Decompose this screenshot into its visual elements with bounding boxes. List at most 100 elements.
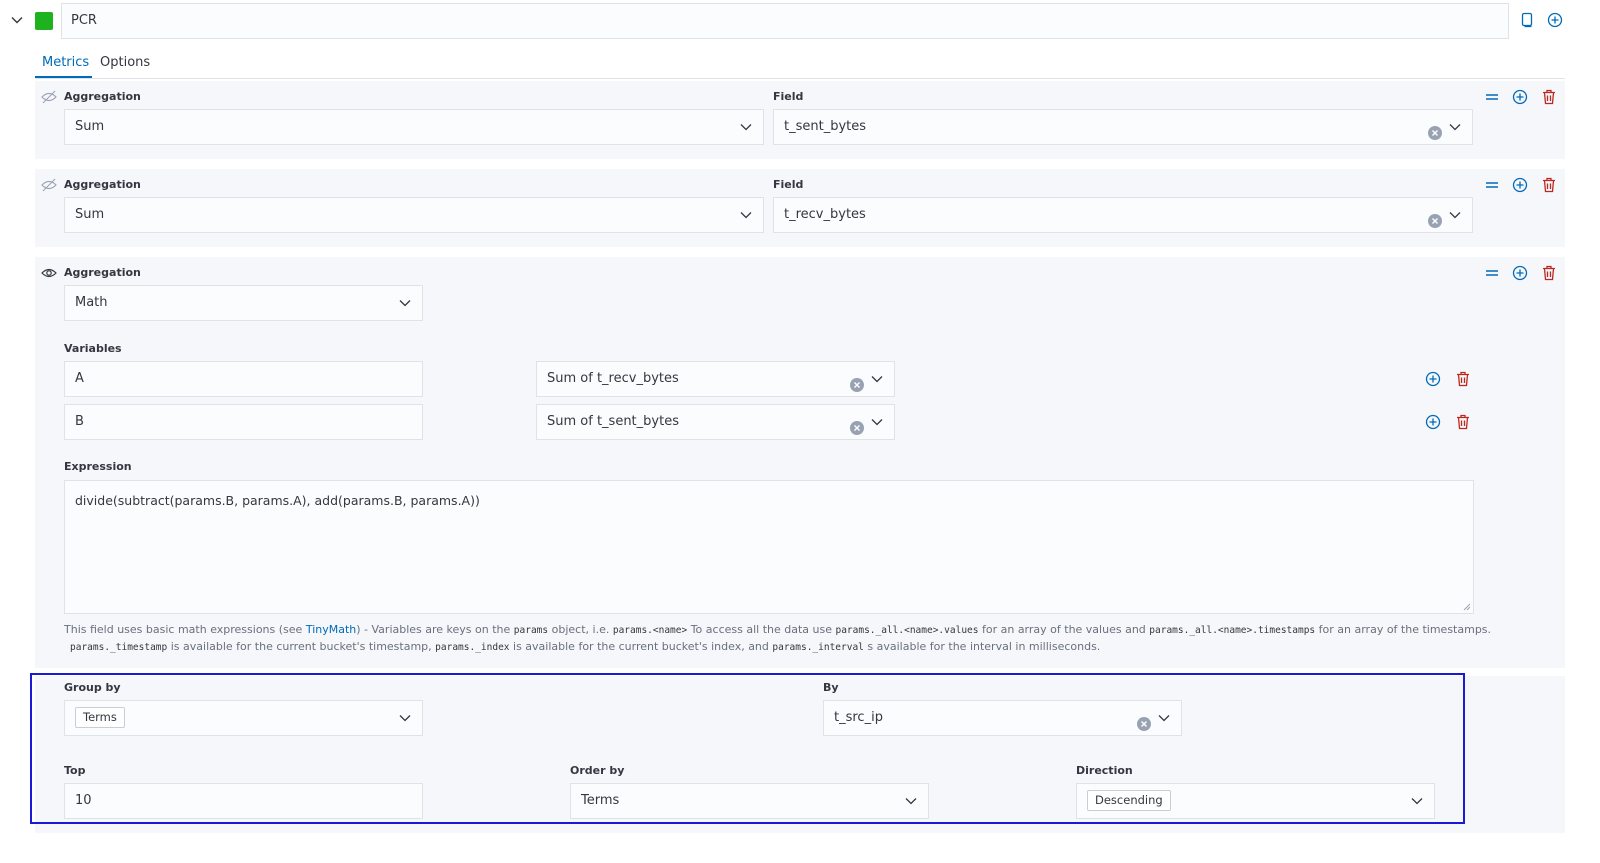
- drag-handle-button[interactable]: [1483, 88, 1501, 106]
- metric-2-field-value: t_recv_bytes: [784, 207, 866, 222]
- grab-icon: [1486, 182, 1498, 188]
- clear-icon[interactable]: [1428, 120, 1442, 140]
- plus-circle-icon: [1425, 414, 1441, 430]
- add-metric-button[interactable]: [1511, 176, 1529, 194]
- help-text: To access all the data use: [690, 623, 836, 636]
- metric-1-aggregation-value: Sum: [75, 119, 105, 134]
- add-metric-button[interactable]: [1511, 264, 1529, 282]
- direction-select[interactable]: Descending: [1076, 783, 1435, 819]
- metric-2-aggregation-select[interactable]: Sum: [64, 197, 764, 233]
- expression-textarea[interactable]: divide(subtract(params.B, params.A), add…: [64, 480, 1474, 614]
- add-series-button[interactable]: [1546, 11, 1564, 29]
- help-text: ) - Variables are keys on the: [356, 623, 514, 636]
- variable-b-name-value: B: [75, 414, 84, 429]
- metric-2-aggregation-label: Aggregation: [64, 178, 141, 191]
- resize-handle-icon[interactable]: [1463, 603, 1471, 611]
- expression-value: divide(subtract(params.B, params.A), add…: [75, 493, 480, 508]
- help-text: for an array of the timestamps.: [1318, 623, 1492, 636]
- delete-metric-button[interactable]: [1540, 264, 1558, 282]
- expression-help-text: This field uses basic math expressions (…: [64, 622, 1491, 656]
- variable-a-metric-select[interactable]: Sum of t_recv_bytes: [536, 361, 895, 397]
- chevron-down-icon: [904, 784, 918, 818]
- chevron-down-icon: [739, 198, 753, 232]
- help-code: params.<name>: [612, 625, 688, 636]
- drag-handle-button[interactable]: [1483, 176, 1501, 194]
- variable-a-name-value: A: [75, 371, 84, 386]
- clone-series-button[interactable]: [1518, 11, 1536, 29]
- by-field-select[interactable]: t_src_ip: [823, 700, 1182, 736]
- series-name-input[interactable]: PCR: [61, 3, 1509, 39]
- top-label: Top: [64, 764, 86, 777]
- metric-2-aggregation-value: Sum: [75, 207, 105, 222]
- chevron-down-icon: [1448, 198, 1462, 232]
- add-variable-button[interactable]: [1424, 370, 1442, 388]
- math-aggregation-select[interactable]: Math: [64, 285, 423, 321]
- delete-metric-button[interactable]: [1540, 88, 1558, 106]
- variable-a-name-input[interactable]: A: [64, 361, 423, 397]
- delete-variable-button[interactable]: [1454, 413, 1472, 431]
- group-by-select[interactable]: Terms: [64, 700, 423, 736]
- metric-2-field-label: Field: [773, 178, 804, 191]
- tinymath-link[interactable]: TinyMath: [306, 623, 356, 636]
- metric-1-field-value: t_sent_bytes: [784, 119, 867, 134]
- help-text: s available for the interval in millisec…: [867, 640, 1101, 653]
- chevron-down-icon: [739, 110, 753, 144]
- help-code: params._all.<name>.timestamps: [1149, 625, 1316, 636]
- delete-metric-button[interactable]: [1540, 176, 1558, 194]
- variable-b-name-input[interactable]: B: [64, 404, 423, 440]
- variable-a-metric-value: Sum of t_recv_bytes: [547, 371, 679, 386]
- clear-icon[interactable]: [1428, 208, 1442, 228]
- metric-1-aggregation-select[interactable]: Sum: [64, 109, 764, 145]
- group-by-label: Group by: [64, 681, 121, 694]
- order-by-value: Terms: [581, 793, 620, 808]
- series-name-value: PCR: [71, 13, 97, 28]
- collapse-chevron-icon[interactable]: [10, 13, 24, 27]
- help-code: params._interval: [772, 642, 864, 653]
- tab-metrics[interactable]: Metrics: [42, 55, 89, 70]
- help-text: object, i.e.: [551, 623, 613, 636]
- metric-1-aggregation-label: Aggregation: [64, 90, 141, 103]
- plus-circle-icon: [1425, 371, 1441, 387]
- top-value: 10: [75, 793, 92, 808]
- copy-icon: [1521, 12, 1533, 28]
- variable-b-metric-select[interactable]: Sum of t_sent_bytes: [536, 404, 895, 440]
- plus-circle-icon: [1512, 89, 1528, 105]
- drag-handle-button[interactable]: [1483, 264, 1501, 282]
- help-code: params: [513, 625, 549, 636]
- series-color-swatch[interactable]: [35, 12, 53, 30]
- order-by-select[interactable]: Terms: [570, 783, 929, 819]
- chevron-down-icon: [870, 362, 884, 396]
- metric-2-field-select[interactable]: t_recv_bytes: [773, 197, 1473, 233]
- clear-icon[interactable]: [1137, 711, 1151, 731]
- eye-closed-icon[interactable]: [41, 178, 57, 196]
- help-code: params._index: [435, 642, 510, 653]
- chevron-down-icon: [398, 286, 412, 320]
- eye-icon[interactable]: [41, 266, 57, 284]
- trash-icon: [1543, 265, 1555, 281]
- by-label: By: [823, 681, 839, 694]
- chevron-down-icon: [398, 701, 412, 735]
- grab-icon: [1486, 94, 1498, 100]
- math-aggregation-value: Math: [75, 295, 108, 310]
- tab-options-label: Options: [100, 55, 151, 70]
- order-by-label: Order by: [570, 764, 625, 777]
- eye-closed-icon[interactable]: [41, 90, 57, 108]
- help-code: params._all.<name>.values: [835, 625, 979, 636]
- trash-icon: [1543, 89, 1555, 105]
- by-field-value: t_src_ip: [834, 710, 883, 725]
- add-variable-button[interactable]: [1424, 413, 1442, 431]
- add-metric-button[interactable]: [1511, 88, 1529, 106]
- chevron-down-icon: [1410, 784, 1424, 818]
- tab-options[interactable]: Options: [100, 55, 150, 70]
- help-text: is available for the current bucket's ti…: [170, 640, 436, 653]
- group-by-value: Terms: [75, 707, 125, 728]
- clear-icon[interactable]: [850, 415, 864, 435]
- help-code: params._timestamp: [70, 642, 168, 653]
- help-line-2: params._timestamp is available for the c…: [64, 639, 1484, 656]
- chevron-down-icon: [1448, 110, 1462, 144]
- direction-value: Descending: [1087, 790, 1171, 811]
- metric-1-field-select[interactable]: t_sent_bytes: [773, 109, 1473, 145]
- clear-icon[interactable]: [850, 372, 864, 392]
- top-input[interactable]: 10: [64, 783, 423, 819]
- delete-variable-button[interactable]: [1454, 370, 1472, 388]
